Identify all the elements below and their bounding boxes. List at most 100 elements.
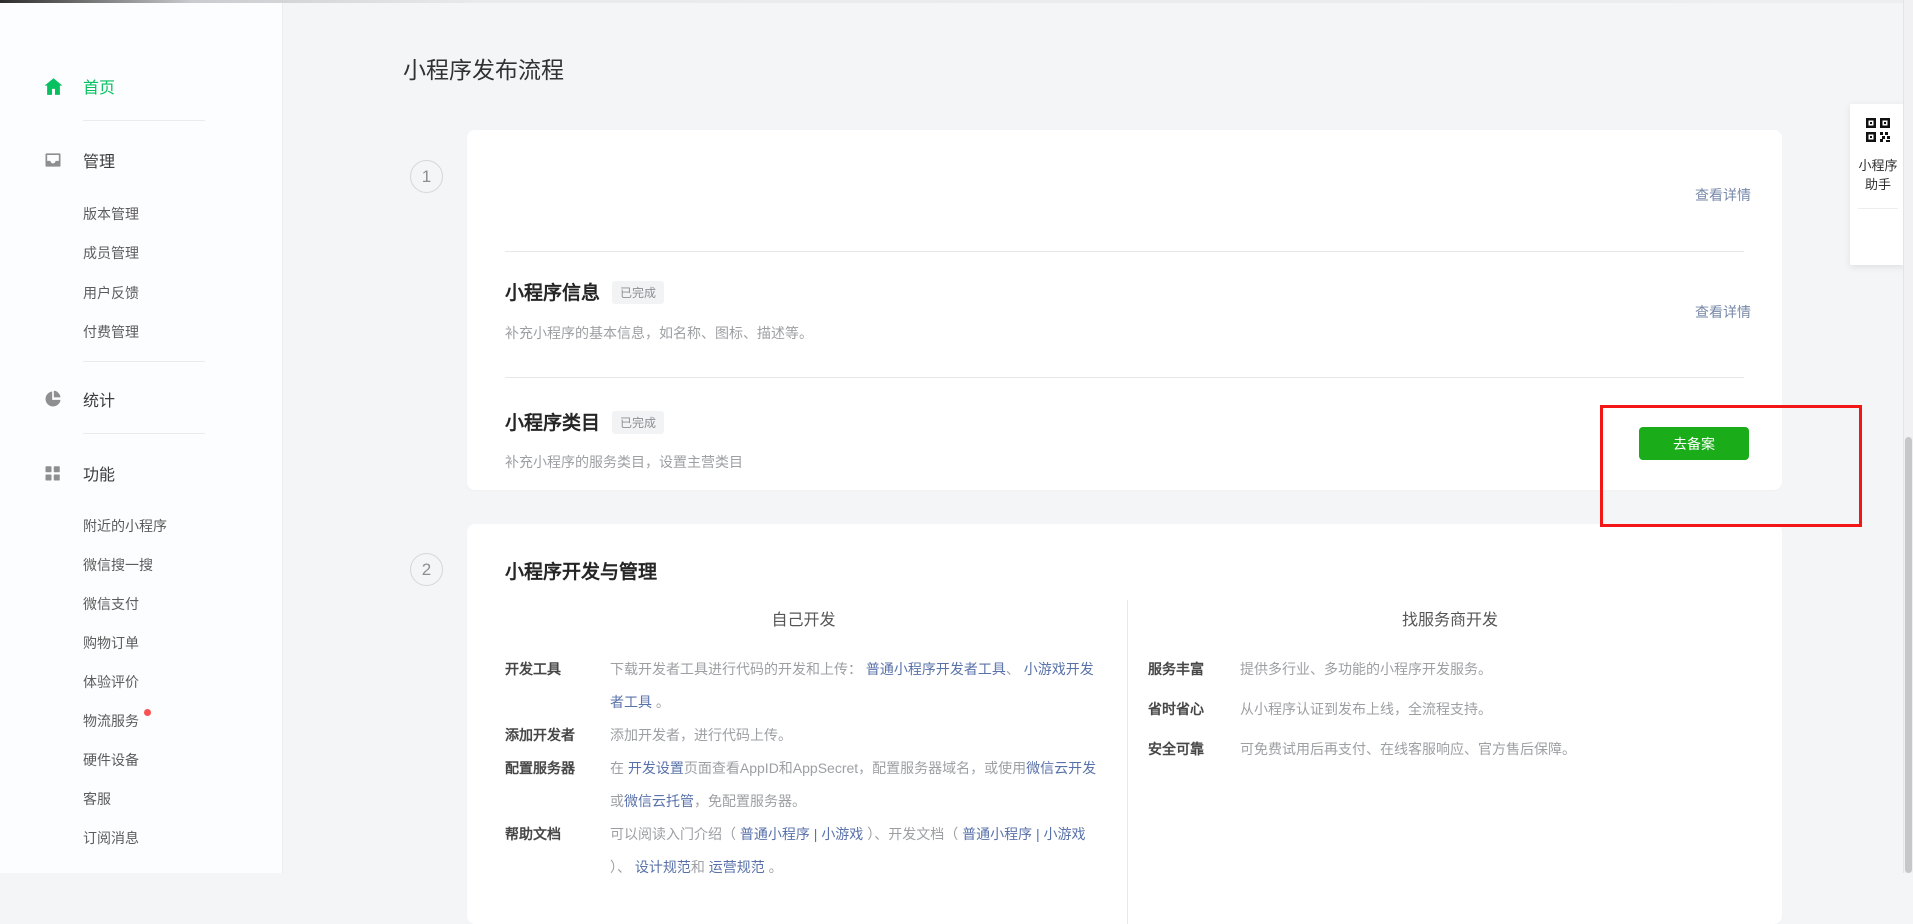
- inline-link[interactable]: 小游戏: [1044, 826, 1086, 842]
- sidebar-divider: [83, 433, 205, 434]
- sp-row-text: 可免费试用后再支付、在线客服响应、官方售后保障。: [1240, 736, 1752, 763]
- sp-row-rich-service: 服务丰富 提供多行业、多功能的小程序开发服务。: [1148, 656, 1752, 683]
- sidebar-item-hardware-devices[interactable]: 硬件设备: [83, 750, 139, 770]
- sidebar-group-statistics[interactable]: 统计: [0, 386, 282, 412]
- sidebar-subitem-label: 用户反馈: [83, 283, 139, 303]
- assistant-label: 小程序 助手: [1850, 156, 1906, 194]
- sidebar-group-management[interactable]: 管理: [0, 147, 282, 173]
- sidebar-group-label: 管理: [83, 148, 115, 172]
- sidebar-item-user-feedback[interactable]: 用户反馈: [83, 283, 139, 303]
- sidebar-divider: [83, 120, 205, 121]
- page-title: 小程序发布流程: [403, 51, 564, 85]
- publish-steps-card: 小程序信息 已完成 补充小程序的基本信息，如名称、图标、描述等。 查看详情 小程…: [467, 130, 1782, 490]
- dev-row-help-docs: 帮助文档 可以阅读入门介绍（ 普通小程序 | 小游戏 ）、开发文档（ 普通小程序…: [505, 818, 1102, 884]
- inline-link[interactable]: 小游戏: [821, 826, 863, 842]
- view-details-link[interactable]: 查看详情: [1695, 185, 1751, 205]
- sidebar-subitem-label: 订阅消息: [83, 828, 139, 848]
- pie-chart-icon: [42, 388, 64, 410]
- sidebar-item-home[interactable]: 首页: [0, 73, 282, 99]
- row-desc-miniprogram-info: 补充小程序的基本信息，如名称、图标、描述等。: [505, 323, 813, 343]
- row-title-text: 小程序信息: [505, 278, 600, 305]
- sp-row-label: 安全可靠: [1148, 736, 1240, 763]
- development-card: 小程序开发与管理 自己开发 开发工具 下载开发者工具进行代码的开发和上传： 普通…: [467, 524, 1782, 924]
- sidebar-item-wechat-search[interactable]: 微信搜一搜: [83, 555, 153, 575]
- inline-link[interactable]: |: [810, 826, 821, 842]
- service-provider-column: 找服务商开发 服务丰富 提供多行业、多功能的小程序开发服务。 省时省心 从小程序…: [1128, 600, 1782, 924]
- qrcode-icon: [1850, 117, 1906, 148]
- step-number-2: 2: [410, 553, 443, 586]
- row-title-miniprogram-category: 小程序类目 已完成: [505, 408, 664, 435]
- notification-dot: [144, 709, 151, 716]
- sidebar-subitem-label: 版本管理: [83, 204, 139, 224]
- sidebar-subitem-label: 硬件设备: [83, 750, 139, 770]
- sp-row-text: 提供多行业、多功能的小程序开发服务。: [1240, 656, 1752, 683]
- assistant-label-line1: 小程序: [1850, 156, 1906, 175]
- sidebar-item-shopping-orders[interactable]: 购物订单: [83, 633, 139, 653]
- sidebar-item-subscribe-message[interactable]: 订阅消息: [83, 828, 139, 848]
- dev-row-configure-server: 配置服务器 在 开发设置页面查看AppID和AppSecret，配置服务器域名，…: [505, 752, 1102, 818]
- text-segment: 、: [1006, 661, 1024, 677]
- assistant-divider: [1858, 208, 1898, 209]
- dev-row-label: 配置服务器: [505, 752, 610, 818]
- card-divider: [505, 377, 1744, 378]
- sidebar-item-label: 首页: [83, 74, 115, 98]
- step-number-1: 1: [410, 160, 443, 193]
- status-badge: 已完成: [612, 411, 664, 434]
- text-segment: 或: [610, 793, 624, 809]
- sidebar: 首页 管理 版本管理 成员管理 用户反馈 付费管理 统计: [0, 3, 283, 873]
- sidebar-group-label: 功能: [83, 461, 115, 485]
- column-header-self-develop: 自己开发: [505, 606, 1102, 630]
- service-provider-rows: 服务丰富 提供多行业、多功能的小程序开发服务。 省时省心 从小程序认证到发布上线…: [1148, 656, 1752, 763]
- sidebar-subitem-label: 付费管理: [83, 322, 139, 342]
- inline-link[interactable]: |: [1032, 826, 1043, 842]
- section-title-development: 小程序开发与管理: [505, 557, 657, 584]
- sidebar-group-features[interactable]: 功能: [0, 460, 282, 486]
- sidebar-subitem-label: 微信支付: [83, 594, 139, 614]
- dev-row-text: 添加开发者，进行代码上传。: [610, 719, 1102, 752]
- sidebar-item-payment-management[interactable]: 付费管理: [83, 322, 139, 342]
- view-details-link[interactable]: 查看详情: [1695, 302, 1751, 322]
- inline-link[interactable]: 微信云开发: [1026, 760, 1096, 776]
- sidebar-divider: [83, 361, 205, 362]
- status-badge: 已完成: [612, 281, 664, 304]
- inline-link[interactable]: 普通小程序开发者工具: [866, 661, 1006, 677]
- dev-row-text: 下载开发者工具进行代码的开发和上传： 普通小程序开发者工具、 小游戏开发者工具 …: [610, 653, 1102, 719]
- text-segment: 下载开发者工具进行代码的开发和上传：: [610, 661, 866, 677]
- dev-row-text: 在 开发设置页面查看AppID和AppSecret，配置服务器域名，或使用微信云…: [610, 752, 1102, 818]
- sidebar-item-wechat-pay[interactable]: 微信支付: [83, 594, 139, 614]
- sidebar-item-member-management[interactable]: 成员管理: [83, 243, 139, 263]
- sp-row-text: 从小程序认证到发布上线，全流程支持。: [1240, 696, 1752, 723]
- self-develop-rows: 开发工具 下载开发者工具进行代码的开发和上传： 普通小程序开发者工具、 小游戏开…: [505, 653, 1102, 884]
- dev-row-label: 开发工具: [505, 653, 610, 719]
- sp-row-label: 省时省心: [1148, 696, 1240, 723]
- row-title-text: 小程序类目: [505, 408, 600, 435]
- home-icon: [42, 75, 64, 97]
- sidebar-item-experience-review[interactable]: 体验评价: [83, 672, 139, 692]
- sidebar-item-customer-service[interactable]: 客服: [83, 789, 111, 809]
- sidebar-item-nearby-miniprogram[interactable]: 附近的小程序: [83, 516, 167, 536]
- dev-row-tools: 开发工具 下载开发者工具进行代码的开发和上传： 普通小程序开发者工具、 小游戏开…: [505, 653, 1102, 719]
- inline-link[interactable]: 普通小程序: [962, 826, 1032, 842]
- sidebar-item-version-management[interactable]: 版本管理: [83, 204, 139, 224]
- inline-link[interactable]: 普通小程序: [740, 826, 810, 842]
- go-beian-button[interactable]: 去备案: [1639, 427, 1749, 460]
- inline-link[interactable]: 开发设置: [628, 760, 684, 776]
- column-header-service-provider: 找服务商开发: [1148, 606, 1752, 630]
- sp-row-safe-reliable: 安全可靠 可免费试用后再支付、在线客服响应、官方售后保障。: [1148, 736, 1752, 763]
- dev-row-label: 帮助文档: [505, 818, 610, 884]
- inline-link[interactable]: 微信云托管: [624, 793, 694, 809]
- self-develop-column: 自己开发 开发工具 下载开发者工具进行代码的开发和上传： 普通小程序开发者工具、…: [467, 600, 1128, 924]
- sidebar-group-label: 统计: [83, 387, 115, 411]
- step-number-text: 2: [422, 560, 431, 580]
- sidebar-subitem-label: 附近的小程序: [83, 516, 167, 536]
- development-columns: 自己开发 开发工具 下载开发者工具进行代码的开发和上传： 普通小程序开发者工具、…: [467, 600, 1782, 924]
- sidebar-subitem-label: 客服: [83, 789, 111, 809]
- scrollbar-track[interactable]: [1903, 0, 1913, 873]
- scrollbar-thumb[interactable]: [1905, 437, 1912, 873]
- miniprogram-assistant-widget[interactable]: 小程序 助手: [1850, 104, 1906, 265]
- sidebar-subitem-label: 体验评价: [83, 672, 139, 692]
- sidebar-item-logistics-service[interactable]: 物流服务: [83, 711, 151, 731]
- dev-row-text: 可以阅读入门介绍（ 普通小程序 | 小游戏 ）、开发文档（ 普通小程序 | 小游…: [610, 818, 1102, 884]
- row-desc-miniprogram-category: 补充小程序的服务类目，设置主营类目: [505, 452, 743, 472]
- sidebar-subitem-label: 物流服务: [83, 711, 139, 731]
